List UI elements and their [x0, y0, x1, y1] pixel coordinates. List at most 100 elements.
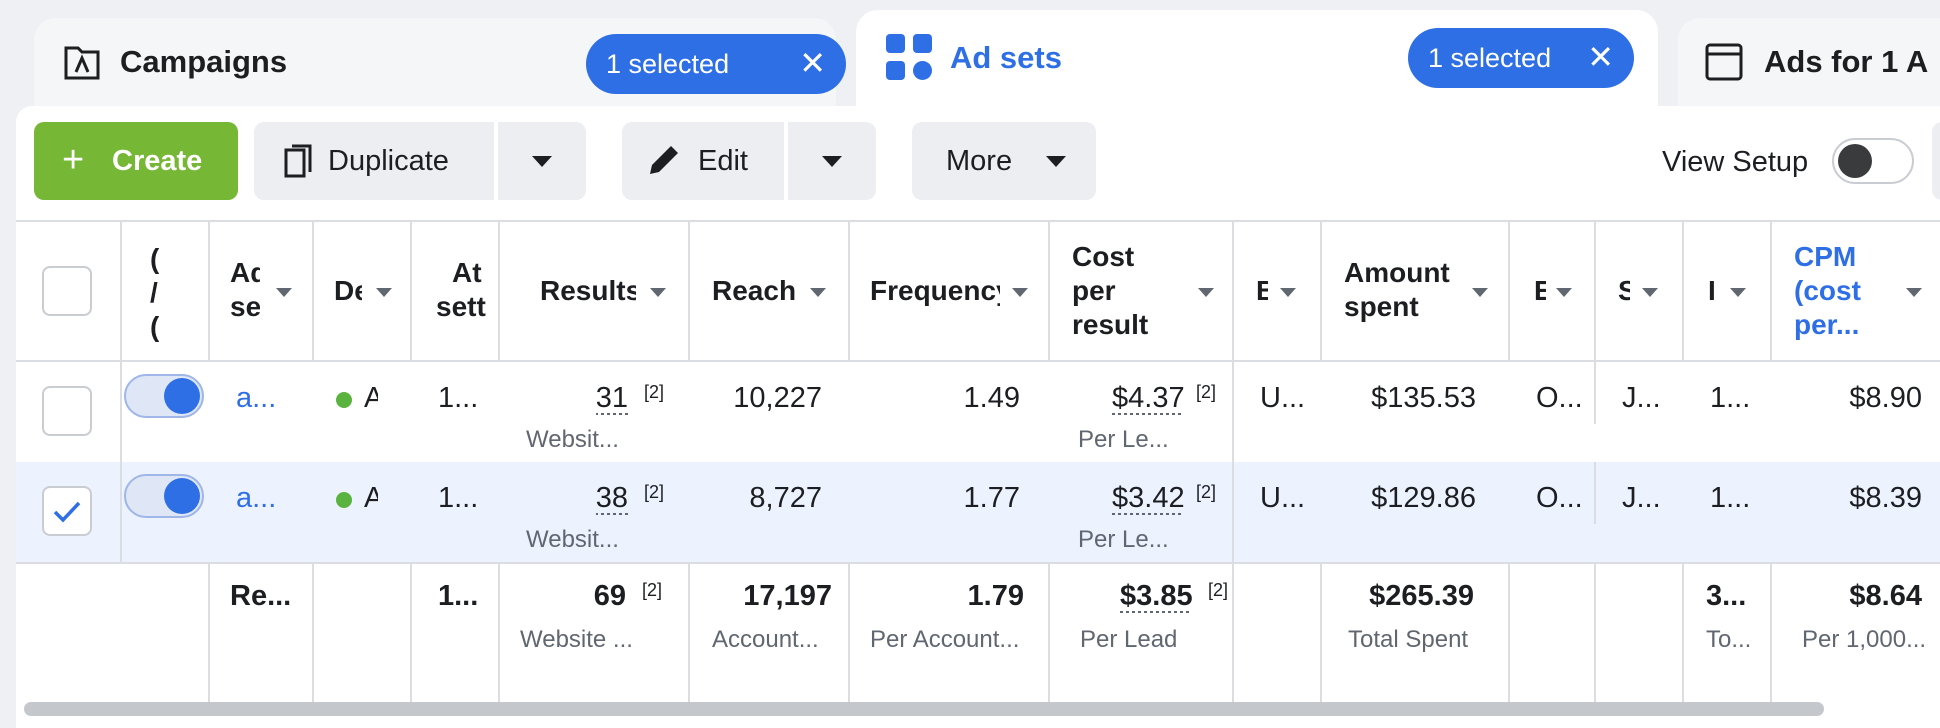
schedule-value: J... — [1622, 382, 1661, 414]
header-frequency[interactable]: Frequency — [850, 222, 1050, 360]
adsets-selected-pill[interactable]: 1 selected ✕ — [1408, 28, 1634, 88]
impressions-value: 1... — [1710, 482, 1751, 514]
tab-ads[interactable]: Ads for 1 A — [1678, 18, 1940, 108]
pencil-icon — [646, 142, 682, 186]
header-ends[interactable]: E — [1510, 222, 1596, 360]
cost-ref: [2] — [1196, 482, 1217, 502]
results-type: Websit... — [526, 526, 619, 553]
sort-caret-icon — [1730, 288, 1746, 297]
row-checkbox-checked[interactable] — [42, 486, 92, 536]
duplicate-icon — [280, 142, 314, 188]
results-value[interactable]: 38 — [596, 482, 628, 515]
sort-caret-icon — [1472, 288, 1488, 297]
header-budget[interactable]: B — [1234, 222, 1322, 360]
sort-caret-icon — [650, 288, 666, 297]
chevron-down-icon — [822, 156, 842, 167]
totals-cost-ref: [2] — [1208, 580, 1229, 600]
totals-reach: 17,197 — [743, 580, 832, 612]
tab-ad-sets-label: Ad sets — [950, 40, 1062, 75]
duplicate-dropdown-button[interactable] — [498, 122, 586, 200]
schedule-value: J... — [1622, 482, 1661, 514]
adset-name-link[interactable]: a... — [236, 482, 282, 515]
sort-caret-icon — [376, 288, 392, 297]
table-row-selected[interactable]: a... A 1... 38 [2] Websit... 8,727 1.77 … — [16, 462, 1940, 562]
header-results[interactable]: Results — [500, 222, 690, 360]
tab-ads-label: Ads for 1 A — [1764, 44, 1929, 79]
totals-cpm-type: Per 1,000... — [1802, 626, 1927, 653]
totals-attribution: 1... — [438, 580, 479, 612]
select-all-checkbox[interactable] — [42, 266, 92, 316]
sort-caret-icon — [1642, 288, 1658, 297]
header-attribution[interactable]: At sett — [412, 222, 500, 360]
cost-per-result-value[interactable]: $4.37 — [1112, 382, 1185, 415]
totals-results-type: Website ... — [520, 626, 633, 653]
attribution-setting: 1... — [438, 382, 479, 414]
plus-icon: + — [62, 139, 85, 181]
table-totals-row: Re... 1... 69 [2] Website ... 17,197 Acc… — [16, 562, 1940, 702]
cpm-value: $8.39 — [1849, 482, 1922, 514]
results-ref: [2] — [643, 382, 664, 402]
grid-icon — [884, 32, 934, 87]
header-reach[interactable]: Reach — [690, 222, 850, 360]
header-impressions[interactable]: I — [1684, 222, 1772, 360]
totals-reach-type: Account... — [712, 626, 819, 653]
budget-value: U... — [1260, 482, 1306, 514]
reach-value: 8,727 — [749, 482, 822, 514]
header-cost-per-result[interactable]: Cost per result — [1050, 222, 1234, 360]
ends-value: O... — [1536, 482, 1583, 514]
cost-type: Per Le... — [1078, 426, 1169, 453]
totals-results-ref: [2] — [641, 580, 662, 600]
totals-cost-per-result: $3.85 — [1120, 580, 1193, 612]
header-ad-set[interactable]: Ad se — [210, 222, 314, 360]
sort-caret-icon — [1280, 288, 1296, 297]
adset-name-link[interactable]: a... — [236, 382, 282, 415]
totals-cost-type: Per Lead — [1080, 626, 1178, 653]
frequency-value: 1.77 — [963, 482, 1020, 514]
adset-on-off-toggle[interactable] — [124, 374, 204, 418]
clear-selection-close-icon[interactable]: ✕ — [1587, 40, 1614, 74]
view-setup-label: View Setup — [1662, 146, 1809, 178]
cost-type: Per Le... — [1078, 526, 1169, 553]
sort-caret-icon — [1556, 288, 1572, 297]
totals-amount-spent: $265.39 — [1369, 580, 1474, 612]
header-schedule[interactable]: S — [1596, 222, 1684, 360]
results-type: Websit... — [526, 426, 619, 453]
tab-campaigns[interactable]: Campaigns 1 selected ✕ — [34, 18, 846, 108]
more-button[interactable]: More — [912, 122, 1096, 200]
toolbar-edge-button[interactable] — [1932, 122, 1940, 200]
delivery-status: A — [364, 482, 378, 514]
results-value[interactable]: 31 — [596, 382, 628, 415]
tab-campaigns-label: Campaigns — [120, 44, 288, 79]
view-setup-toggle[interactable] — [1832, 138, 1914, 184]
table-row[interactable]: a... A 1... 31 [2] Websit... 10,227 1.49… — [16, 362, 1940, 462]
active-status-dot — [336, 392, 352, 408]
header-delivery[interactable]: De — [314, 222, 412, 360]
ad-window-icon — [1704, 42, 1744, 87]
create-button[interactable]: + Create — [34, 122, 238, 200]
amount-spent-value: $129.86 — [1371, 482, 1476, 514]
tab-ad-sets[interactable]: Ad sets 1 selected ✕ — [856, 10, 1658, 110]
duplicate-button[interactable]: Duplicate — [254, 122, 494, 200]
header-amount-spent[interactable]: Amount spent — [1322, 222, 1510, 360]
horizontal-scrollbar[interactable] — [24, 702, 1824, 716]
campaign-flag-icon — [62, 42, 102, 87]
edit-dropdown-button[interactable] — [788, 122, 876, 200]
totals-amount-spent-type: Total Spent — [1348, 626, 1469, 653]
cost-per-result-value[interactable]: $3.42 — [1112, 482, 1185, 515]
ad-sets-panel: + Create Duplicate Edit More View Setup … — [16, 106, 1940, 728]
edit-button[interactable]: Edit — [622, 122, 784, 200]
results-ref: [2] — [643, 482, 664, 502]
sort-caret-icon — [810, 288, 826, 297]
row-checkbox[interactable] — [42, 386, 92, 436]
sort-caret-icon — [1906, 288, 1922, 297]
cost-ref: [2] — [1196, 382, 1217, 402]
header-cpm[interactable]: CPM (cost per... — [1772, 222, 1940, 360]
reach-value: 10,227 — [733, 382, 822, 414]
sort-caret-icon — [1198, 288, 1214, 297]
header-off-on[interactable]: ( / ( — [122, 222, 210, 360]
campaigns-selected-pill[interactable]: 1 selected ✕ — [586, 34, 846, 94]
clear-selection-close-icon[interactable]: ✕ — [799, 46, 826, 80]
chevron-down-icon — [1046, 156, 1066, 167]
adset-on-off-toggle[interactable] — [124, 474, 204, 518]
sort-caret-icon — [1012, 288, 1028, 297]
